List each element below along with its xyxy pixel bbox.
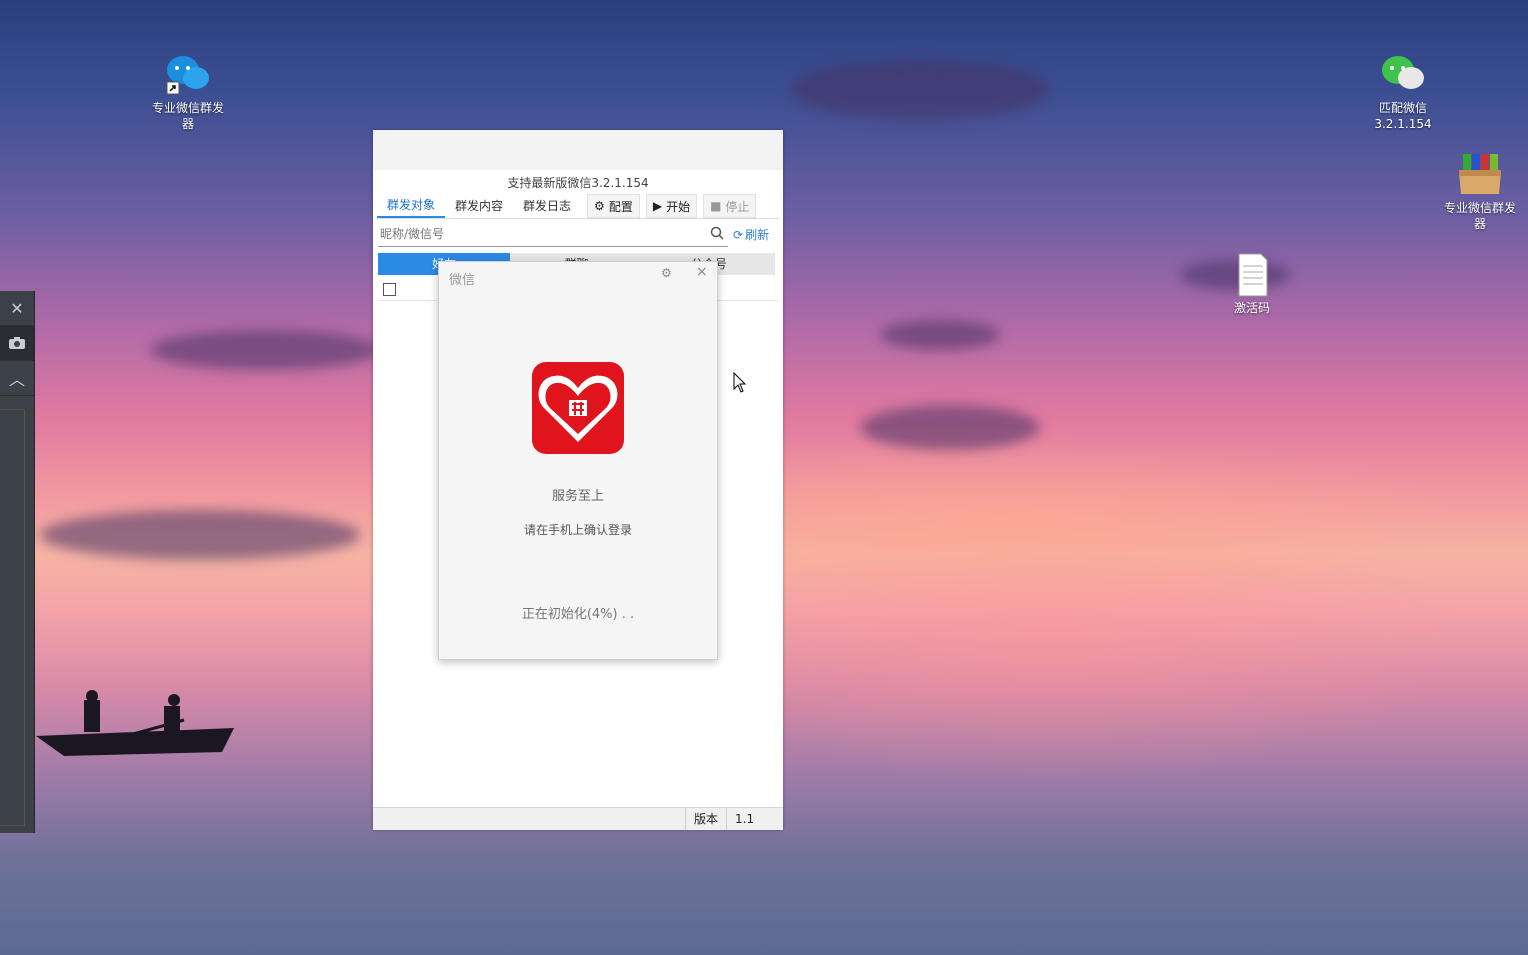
stop-button[interactable]: ■ 停止 (703, 194, 757, 218)
app-title: 支持最新版微信3.2.1.154 (507, 176, 649, 190)
tab-content[interactable]: 群发内容 (445, 195, 513, 217)
mouse-cursor-icon (733, 372, 747, 393)
desktop-icon-label: 3.2.1.154 (1374, 117, 1432, 131)
version-value: 1.1 (726, 808, 783, 830)
main-tabs: 群发对象 群发内容 群发日志 ⚙ 配置 ▶ 开始 ■ 停止 (377, 194, 779, 219)
search-icon[interactable] (710, 226, 724, 243)
pinduoduo-heart-logo-icon (538, 375, 618, 442)
toolbar-panel (0, 409, 25, 826)
wechat-icon (1378, 52, 1428, 98)
desktop-icon-label: 专业微信群发 (1443, 201, 1516, 215)
close-icon[interactable]: ✕ (0, 291, 34, 326)
chevron-up-icon[interactable]: ︿ (0, 361, 34, 396)
config-button[interactable]: ⚙ 配置 (587, 194, 640, 218)
refresh-button[interactable]: ⟳ 刷新 (733, 226, 769, 243)
desktop-icon-label: 匹配微信 (1378, 101, 1427, 115)
wechat-icon (163, 52, 213, 98)
desktop-icon-label: 器 (1473, 217, 1486, 231)
version-label: 版本 (684, 808, 726, 830)
settings-gear-icon[interactable]: ⚙ (661, 266, 672, 280)
desktop-icon-qunfa-installer[interactable]: 专业微信群发 器 (1435, 152, 1525, 232)
archive-box-icon (1455, 152, 1505, 198)
wechat-login-dialog: 微信 ⚙ × 服务至上 请在手机上确认登录 正在初始化(4%) . . (438, 261, 718, 660)
desktop-icon-label: 专业微信群发 (151, 101, 224, 115)
desktop-icon-pipei-wechat[interactable]: 匹配微信 3.2.1.154 (1358, 52, 1448, 132)
tab-log[interactable]: 群发日志 (513, 195, 581, 217)
text-file-icon (1227, 252, 1277, 298)
refresh-icon: ⟳ (733, 227, 744, 242)
side-toolbar: ✕ ︿ (0, 291, 35, 833)
boat-silhouette (36, 690, 234, 756)
login-hint: 请在手机上确认登录 (523, 523, 632, 537)
account-name: 服务至上 (551, 489, 604, 504)
tab-recipients[interactable]: 群发对象 (377, 194, 446, 218)
stop-label: 停止 (725, 199, 750, 214)
start-button[interactable]: ▶ 开始 (645, 194, 698, 218)
start-label: 开始 (666, 199, 691, 214)
desktop-icon-qunfa-shortcut[interactable]: 专业微信群发 器 (143, 52, 233, 132)
init-progress-text: 正在初始化(4%) . . (521, 607, 635, 622)
window-titlebar[interactable] (373, 130, 783, 170)
gear-icon: ⚙ (594, 199, 605, 213)
play-icon: ▶ (652, 199, 663, 213)
desktop-icon-activation-code[interactable]: 激活码 (1207, 252, 1297, 316)
camera-icon[interactable] (0, 326, 34, 361)
search-box (378, 222, 728, 247)
status-bar: 版本 1.1 (373, 807, 783, 830)
avatar (532, 362, 624, 454)
refresh-label: 刷新 (745, 228, 770, 242)
select-all-checkbox[interactable] (383, 283, 396, 296)
desktop-icon-label: 器 (181, 117, 194, 131)
stop-icon: ■ (710, 199, 722, 213)
close-icon[interactable]: × (696, 264, 708, 280)
dialog-title: 微信 (449, 273, 476, 288)
config-label: 配置 (608, 199, 633, 214)
search-input[interactable] (378, 222, 702, 246)
desktop-icon-label: 激活码 (1233, 301, 1270, 315)
